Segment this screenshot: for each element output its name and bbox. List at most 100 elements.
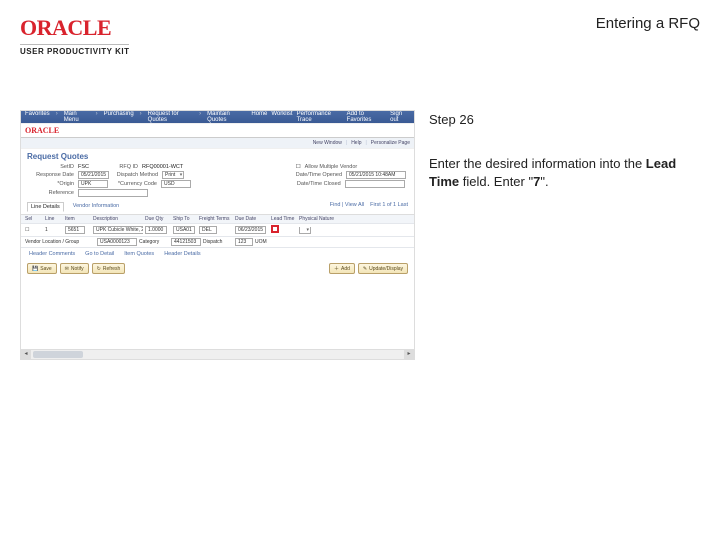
grid-find[interactable]: Find | View All	[330, 202, 364, 212]
cell-line: 1	[45, 227, 63, 233]
category-label: Category	[139, 239, 169, 245]
oracle-subtitle: USER PRODUCTIVITY KIT	[20, 44, 129, 56]
signout-link[interactable]: Sign out	[390, 111, 410, 123]
worklist-link[interactable]: Worklist	[271, 111, 292, 123]
notify-icon: ✉	[65, 266, 69, 272]
uom-label: UOM	[255, 239, 267, 245]
allow-multi-label: Allow Multiple Vendor	[305, 164, 358, 170]
cell-freight-input[interactable]: DEL	[199, 226, 217, 234]
col-item: Item	[65, 216, 91, 222]
tab-header-comments[interactable]: Header Comments	[29, 251, 75, 257]
perf-trace-link[interactable]: Performance Trace	[297, 111, 343, 123]
col-desc: Description	[93, 216, 143, 222]
add-icon: ＋	[334, 265, 339, 272]
new-window-link[interactable]: New Window	[313, 140, 342, 146]
col-sel: Sel	[25, 216, 43, 222]
notify-button[interactable]: ✉Notify	[60, 263, 89, 274]
breadcrumb-item[interactable]: Purchasing	[104, 111, 134, 123]
dateclosed-input[interactable]	[345, 180, 405, 188]
dispatch-status-label: Dispatch	[203, 239, 233, 245]
save-button[interactable]: 💾Save	[27, 263, 57, 274]
respdate-label: Response Date	[29, 172, 74, 178]
button-strip: 💾Save ✉Notify ↻Refresh ＋Add ✎Update/Disp…	[21, 260, 414, 277]
add-button[interactable]: ＋Add	[329, 263, 355, 274]
page-utility-links: New Window | Help | Personalize Page	[21, 138, 414, 149]
col-leadtime: Lead Time	[271, 216, 297, 222]
breadcrumb-item[interactable]: Maintain Quotes	[207, 111, 245, 123]
update-display-button[interactable]: ✎Update/Display	[358, 263, 408, 274]
header-form: SetID FSC RFQ ID RFQ00001-WCT Response Dat…	[21, 163, 414, 200]
allow-multi-checkbox[interactable]: ☐	[296, 164, 301, 170]
breadcrumb-sep: ›	[96, 111, 98, 123]
origin-input[interactable]: UPK	[78, 180, 108, 188]
breadcrumb-sep: ›	[199, 111, 201, 123]
instruction-text: Enter the desired information into the L…	[429, 155, 696, 190]
lead-time-field[interactable]	[271, 225, 279, 233]
scroll-left-icon[interactable]: ◂	[21, 350, 31, 359]
dispatch-status-input[interactable]: 123	[235, 238, 253, 246]
help-link[interactable]: Help	[351, 140, 361, 146]
rfq-value: RFQ00001-WCT	[142, 164, 183, 170]
personalize-link[interactable]: Personalize Page	[371, 140, 410, 146]
col-line: Line	[45, 216, 63, 222]
refresh-button[interactable]: ↻Refresh	[92, 263, 126, 274]
favorites-link[interactable]: Add to Favorites	[347, 111, 386, 123]
brand-block: ORACLE USER PRODUCTIVITY KIT	[20, 15, 129, 56]
scroll-track[interactable]	[31, 350, 404, 359]
col-physical: Physical Nature	[299, 216, 337, 222]
refresh-icon: ↻	[97, 266, 101, 272]
tab-goto-detail[interactable]: Go to Detail	[85, 251, 114, 257]
tab-header-details[interactable]: Header Details	[164, 251, 200, 257]
currency-input[interactable]: USD	[161, 180, 191, 188]
setid-label: SetID	[29, 164, 74, 170]
global-links: Home Worklist Performance Trace Add to F…	[251, 111, 410, 123]
detail-tabs: Header Comments Go to Detail Item Quotes…	[21, 248, 414, 260]
dateclosed-label: Date/Time Closed	[296, 181, 341, 187]
reference-label: Reference	[29, 190, 74, 196]
breadcrumb: Favorites › Main Menu › Purchasing › Req…	[25, 111, 245, 123]
grid-data-row: ☐ 1 5651 UPK Cubicle White, 24 x 30 1.00…	[21, 224, 414, 237]
save-icon: 💾	[32, 266, 38, 272]
setid-value: FSC	[78, 164, 89, 170]
rfq-label: RFQ ID	[93, 164, 138, 170]
cell-qty-input[interactable]: 1.0000	[145, 226, 167, 234]
oracle-logo: ORACLE	[20, 15, 129, 41]
currency-label: *Currency Code	[112, 181, 157, 187]
home-link[interactable]: Home	[251, 111, 267, 123]
cell-shipto-input[interactable]: USA01	[173, 226, 195, 234]
col-duedate: Due Date	[235, 216, 269, 222]
cell-physical-select[interactable]	[299, 227, 311, 234]
application-screenshot: Favorites › Main Menu › Purchasing › Req…	[20, 110, 415, 360]
page-title: Entering a RFQ	[596, 15, 700, 32]
scroll-right-icon[interactable]: ▸	[404, 350, 414, 359]
vendor-label: Vendor Location / Group	[25, 239, 95, 245]
dateopened-input[interactable]: 05/21/2015 10:48AM	[346, 171, 406, 179]
origin-label: *Origin	[29, 181, 74, 187]
cell-sel[interactable]: ☐	[25, 227, 43, 233]
cell-duedate-input[interactable]: 06/23/2015	[235, 226, 266, 234]
breadcrumb-sep: ›	[56, 111, 58, 123]
cell-item-input[interactable]: 5651	[65, 226, 85, 234]
breadcrumb-item[interactable]: Favorites	[25, 111, 50, 123]
breadcrumb-item[interactable]: Main Menu	[64, 111, 90, 123]
category-input[interactable]: 44121503	[171, 238, 201, 246]
dispatch-select[interactable]: Print	[162, 171, 184, 179]
instruction-panel: Step 26 Enter the desired information in…	[425, 110, 700, 360]
line-tabbar: Line Details Vendor Information Find | V…	[21, 200, 414, 215]
dispatch-label: Dispatch Method	[113, 172, 158, 178]
tab-vendor-info[interactable]: Vendor Information	[70, 202, 122, 212]
tab-line-details[interactable]: Line Details	[27, 202, 64, 212]
reference-input[interactable]	[78, 189, 148, 197]
horizontal-scrollbar[interactable]: ◂ ▸	[21, 349, 414, 359]
cell-desc-input[interactable]: UPK Cubicle White, 24 x 30	[93, 226, 143, 234]
scroll-thumb[interactable]	[33, 351, 83, 358]
respdate-input[interactable]: 05/21/2015	[78, 171, 109, 179]
tab-item-quotes[interactable]: Item Quotes	[124, 251, 154, 257]
update-icon: ✎	[363, 266, 367, 272]
vendor-input[interactable]: USA0000123	[97, 238, 137, 246]
detail-data-row: Vendor Location / Group USA0000123 Categ…	[21, 237, 414, 248]
breadcrumb-sep: ›	[140, 111, 142, 123]
dateopened-label: Date/Time Opened	[296, 172, 342, 178]
breadcrumb-item[interactable]: Request for Quotes	[148, 111, 193, 123]
oracle-mini-logo: ORACLE	[21, 124, 414, 138]
